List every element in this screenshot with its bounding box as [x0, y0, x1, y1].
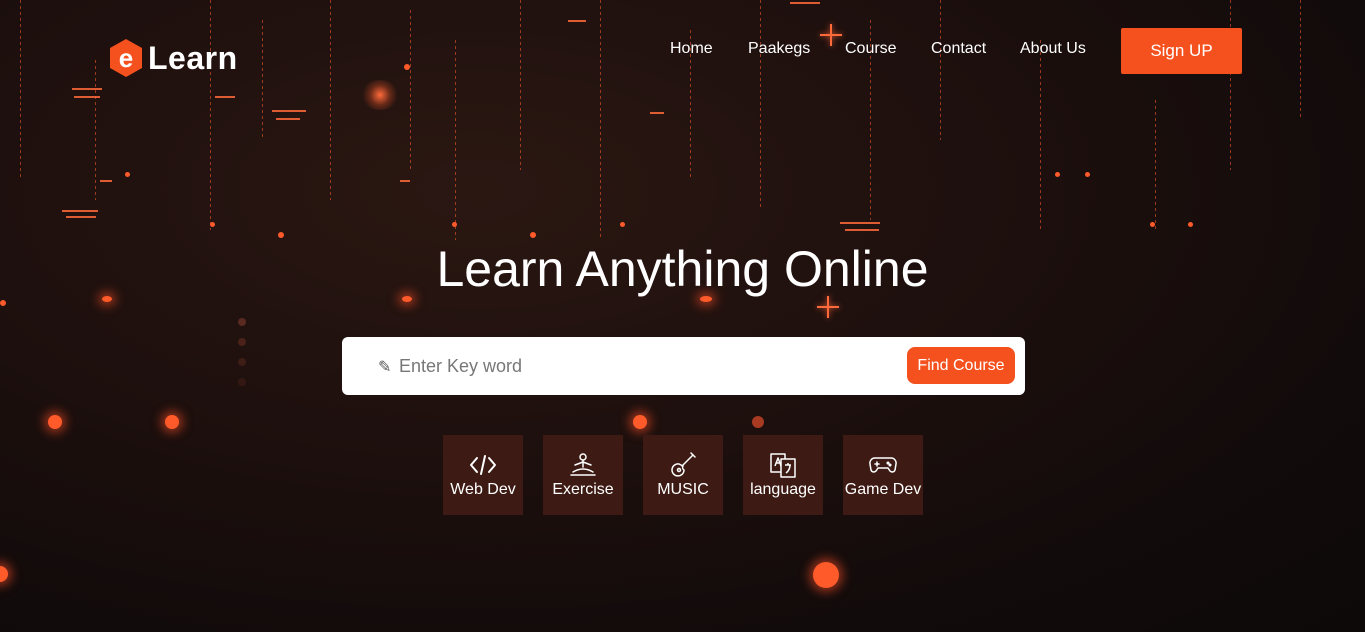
gamepad-icon [869, 453, 897, 477]
logo[interactable]: e Learn [108, 38, 238, 78]
nav-home[interactable]: Home [670, 40, 713, 58]
category-web-dev[interactable]: Web Dev [443, 435, 523, 515]
logo-text: Learn [148, 39, 238, 76]
category-label: Game Dev [844, 481, 922, 498]
logo-badge: e [108, 38, 144, 78]
nav-paakegs[interactable]: Paakegs [748, 40, 810, 58]
hero-title: Learn Anything Online [436, 241, 929, 297]
category-label: Web Dev [450, 481, 516, 498]
site-header: e Learn Home Paakegs Course Contact Abou… [0, 0, 1365, 100]
category-label: MUSIC [657, 481, 709, 498]
category-language[interactable]: language [743, 435, 823, 515]
nav-course[interactable]: Course [845, 40, 897, 58]
nav-about-us[interactable]: About Us [1020, 40, 1086, 58]
category-label: language [750, 481, 816, 498]
search-input[interactable] [399, 351, 879, 381]
nav-contact[interactable]: Contact [931, 40, 986, 58]
logo-letter: e [119, 43, 133, 73]
find-course-button[interactable]: Find Course [907, 347, 1015, 384]
search-bar: ✎ Find Course [342, 337, 1025, 395]
category-game-dev[interactable]: Game Dev [843, 435, 923, 515]
category-exercise[interactable]: Exercise [543, 435, 623, 515]
meditation-icon [569, 453, 597, 477]
guitar-icon [669, 452, 697, 477]
category-label: Exercise [552, 481, 614, 498]
translate-icon [769, 453, 797, 478]
category-music[interactable]: MUSIC [643, 435, 723, 515]
code-icon [469, 453, 497, 477]
pencil-icon: ✎ [378, 359, 392, 376]
signup-button[interactable]: Sign UP [1121, 28, 1242, 74]
